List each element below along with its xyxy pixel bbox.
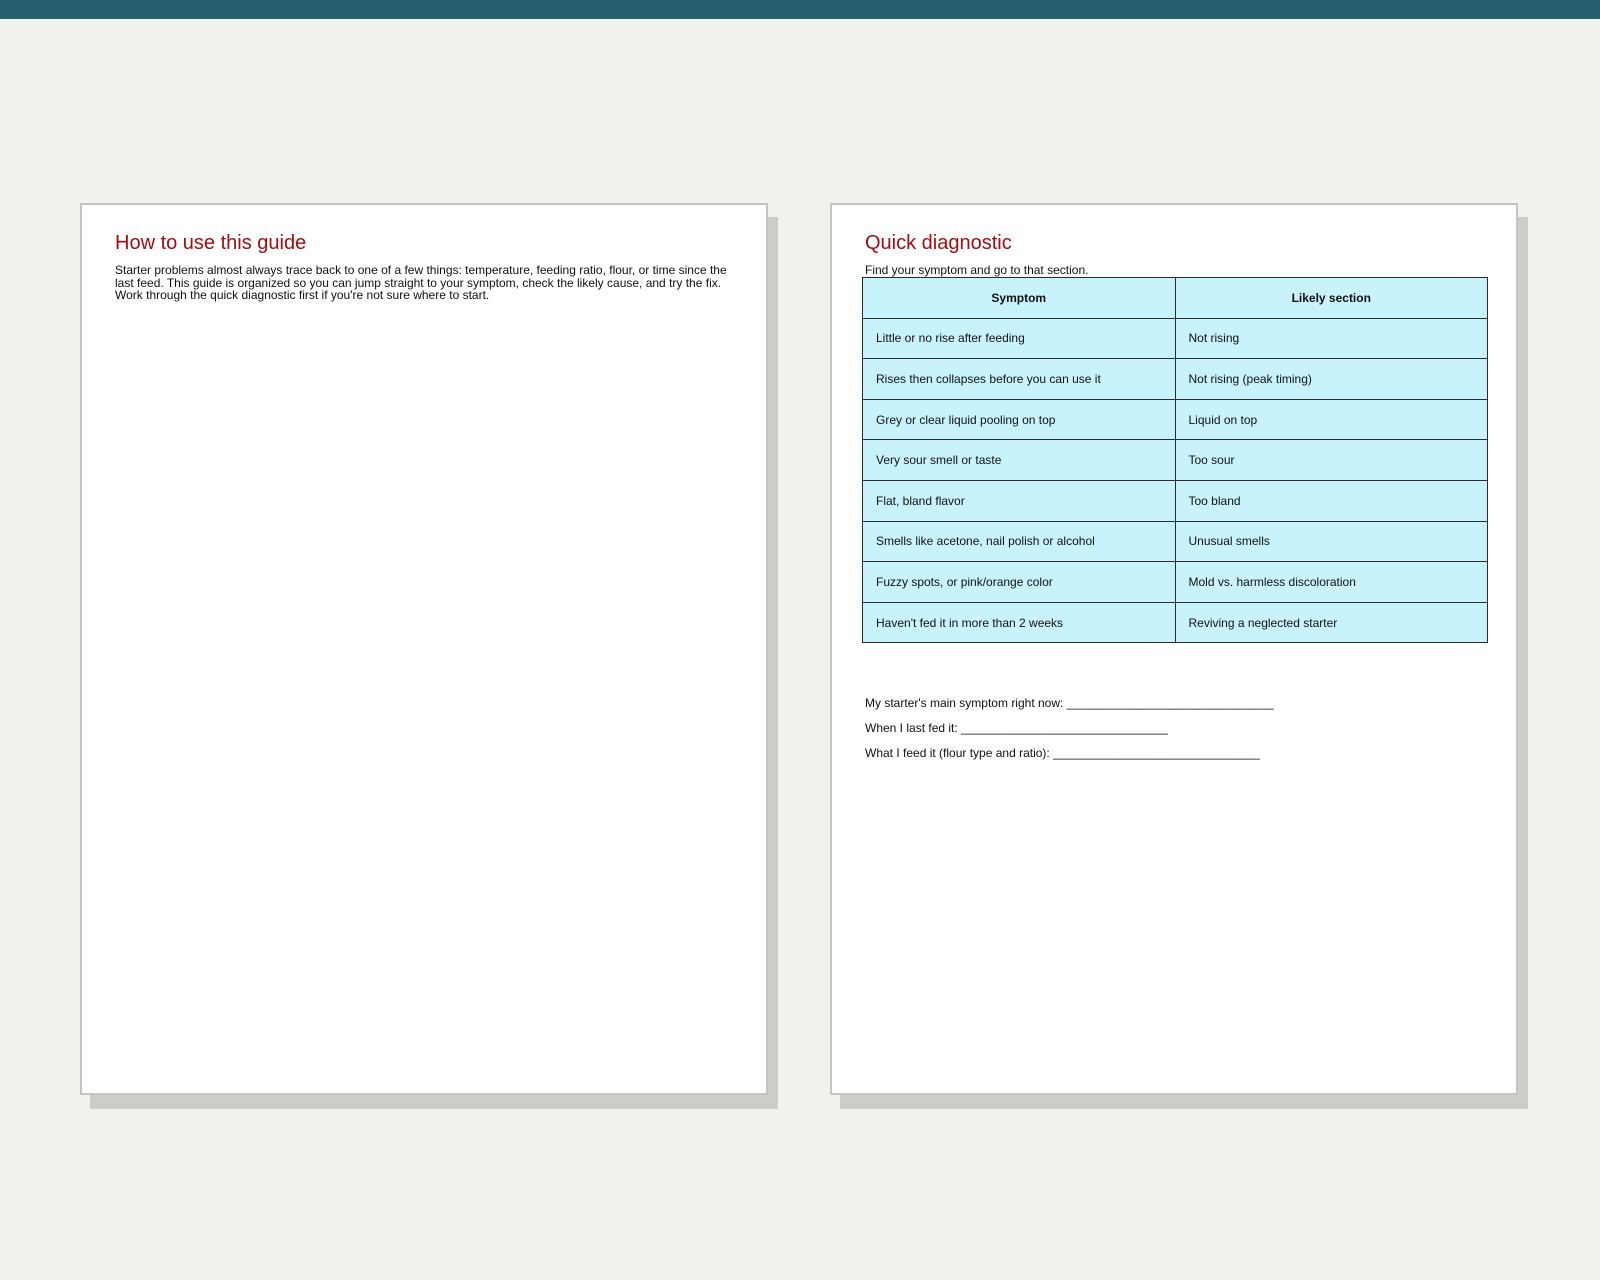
table-row: Little or no rise after feeding Not risi… <box>862 317 1488 360</box>
note-last-fed: When I last fed it: ____________________… <box>865 721 1168 735</box>
section-cell: Too sour <box>1174 439 1488 481</box>
section-cell: Too bland <box>1174 479 1488 522</box>
column-header-likely-section: Likely section <box>1174 277 1488 319</box>
table-header-row: Symptom Likely section <box>862 277 1488 319</box>
table-row: Very sour smell or taste Too sour <box>862 439 1488 481</box>
section-cell: Mold vs. harmless discoloration <box>1174 561 1488 603</box>
intro-paragraph: Starter problems almost always trace bac… <box>115 263 727 302</box>
section-cell: Liquid on top <box>1174 398 1488 441</box>
table-row: Flat, bland flavor Too bland <box>862 479 1488 522</box>
table-row: Smells like acetone, nail polish or alco… <box>862 520 1488 563</box>
symptom-cell: Little or no rise after feeding <box>862 317 1176 360</box>
note-feeding: What I feed it (flour type and ratio): _… <box>865 746 1260 760</box>
page-how-to-use: How to use this guide Starter problems a… <box>80 203 768 1095</box>
symptom-cell: Rises then collapses before you can use … <box>862 358 1176 400</box>
symptom-cell: Fuzzy spots, or pink/orange color <box>862 561 1176 603</box>
section-cell: Not rising (peak timing) <box>1174 358 1488 400</box>
notes-section: My starter's main symptom right now: ___… <box>865 696 1274 771</box>
column-header-symptom: Symptom <box>862 277 1176 319</box>
section-cell: Unusual smells <box>1174 520 1488 563</box>
page-subtitle: Find your symptom and go to that section… <box>865 263 1089 277</box>
page-title: Quick diagnostic <box>865 232 1012 254</box>
section-cell: Reviving a neglected starter <box>1174 601 1488 644</box>
top-bar <box>0 0 1600 19</box>
symptom-cell: Flat, bland flavor <box>862 479 1176 522</box>
page-quick-diagnostic: Quick diagnostic Find your symptom and g… <box>830 203 1518 1095</box>
table-row: Rises then collapses before you can use … <box>862 358 1488 400</box>
table-row: Haven't fed it in more than 2 weeks Revi… <box>862 601 1488 644</box>
diagnostic-table: Symptom Likely section Little or no rise… <box>862 277 1488 644</box>
page-title: How to use this guide <box>115 232 307 254</box>
symptom-cell: Grey or clear liquid pooling on top <box>862 398 1176 441</box>
symptom-cell: Very sour smell or taste <box>862 439 1176 481</box>
note-main-symptom: My starter's main symptom right now: ___… <box>865 696 1274 710</box>
table-row: Grey or clear liquid pooling on top Liqu… <box>862 398 1488 441</box>
table-row: Fuzzy spots, or pink/orange color Mold v… <box>862 561 1488 603</box>
section-cell: Not rising <box>1174 317 1488 360</box>
symptom-cell: Haven't fed it in more than 2 weeks <box>862 601 1176 644</box>
symptom-cell: Smells like acetone, nail polish or alco… <box>862 520 1176 563</box>
